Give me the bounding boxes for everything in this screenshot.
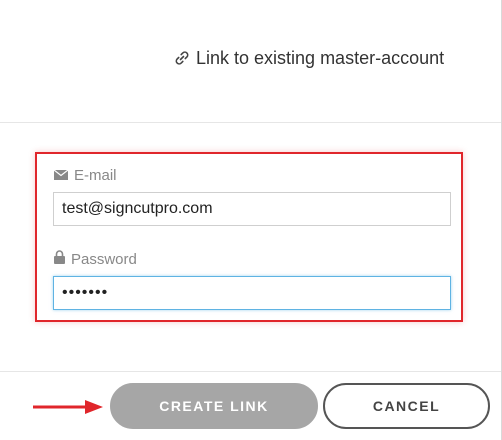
link-account-dialog: Link to existing master-account E-mail P… [0, 0, 502, 440]
email-field[interactable] [53, 192, 451, 226]
dialog-title: Link to existing master-account [174, 46, 444, 70]
credentials-form: E-mail Password [35, 152, 463, 322]
create-link-button[interactable]: CREATE LINK [110, 383, 318, 429]
annotation-arrow-icon [33, 400, 103, 414]
dialog-header: Link to existing master-account [0, 0, 501, 123]
link-icon [174, 50, 190, 66]
lock-icon [54, 250, 65, 268]
password-field[interactable] [53, 276, 451, 310]
dialog-title-text: Link to existing master-account [196, 47, 445, 68]
email-label-text: E-mail [74, 166, 117, 184]
password-label: Password [54, 250, 137, 268]
password-label-text: Password [71, 250, 137, 268]
cancel-button[interactable]: CANCEL [323, 383, 490, 429]
email-label: E-mail [53, 166, 117, 184]
footer-divider [0, 371, 501, 372]
envelope-icon [53, 167, 69, 184]
